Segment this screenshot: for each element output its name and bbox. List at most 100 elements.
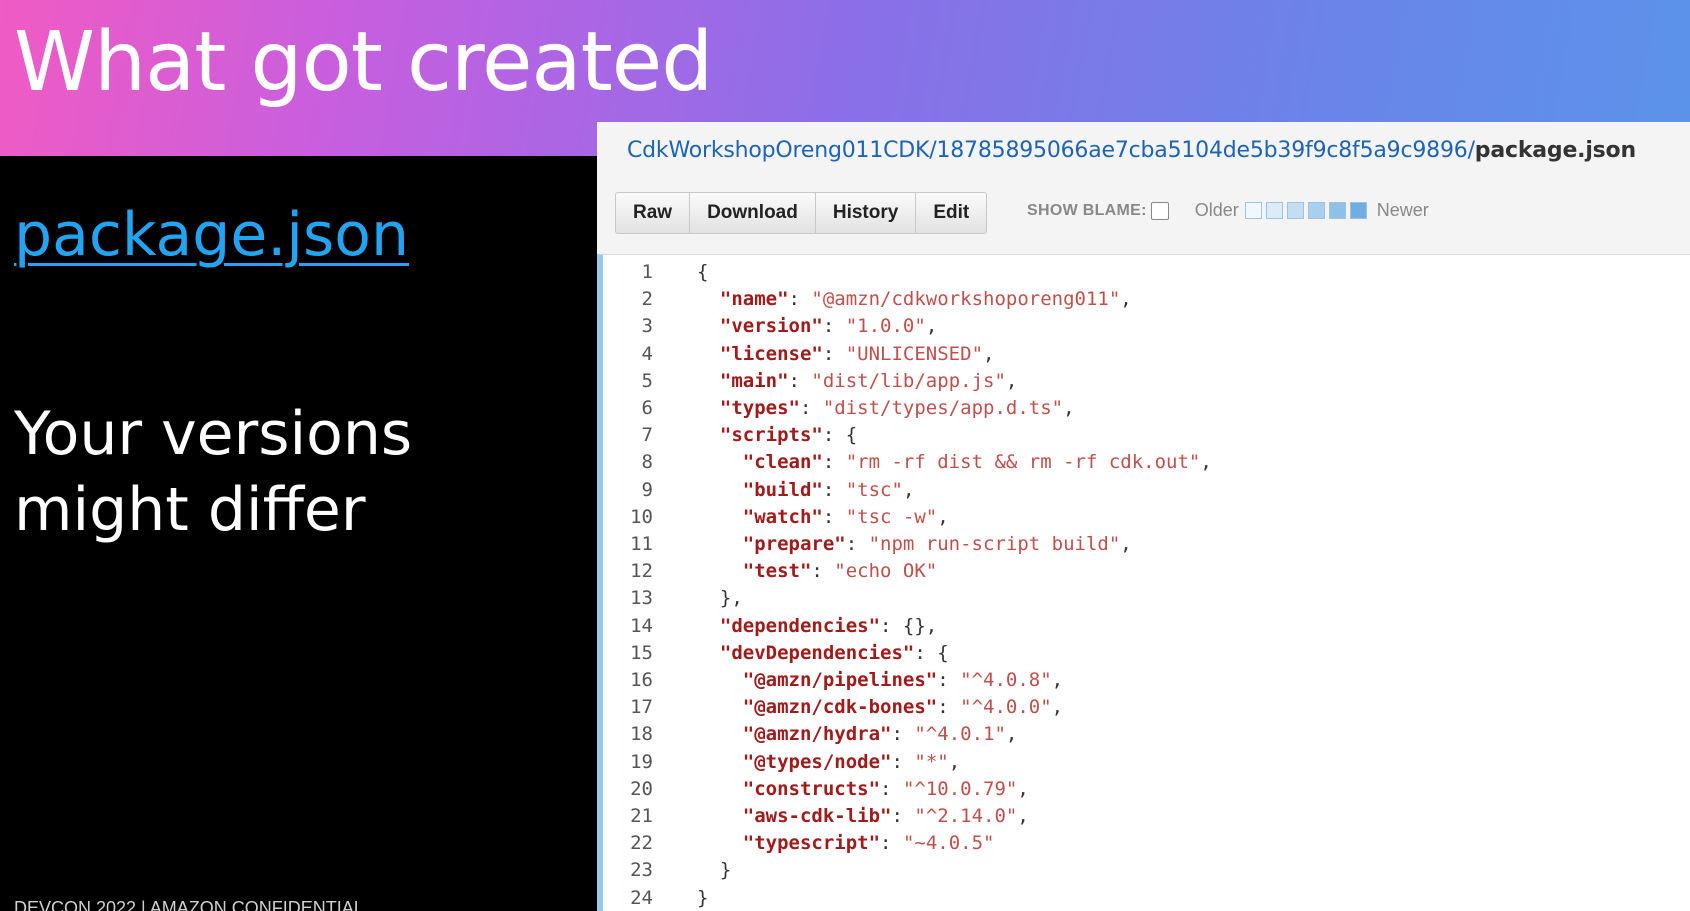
download-button[interactable]: Download <box>690 193 816 233</box>
json-punctuation <box>697 479 743 501</box>
line-number[interactable]: 6 <box>603 395 653 422</box>
json-string: "echo OK" <box>834 560 938 583</box>
line-number[interactable]: 8 <box>603 449 653 476</box>
code-line: 23 } <box>603 857 731 884</box>
line-number[interactable]: 2 <box>603 286 653 313</box>
code-line: 14 "dependencies": {}, <box>603 613 937 640</box>
code-line: 5 "main": "dist/lib/app.js", <box>603 368 1018 395</box>
json-punctuation: : <box>891 723 915 746</box>
json-key: "typescript" <box>742 832 881 855</box>
json-punctuation: , <box>1200 451 1212 474</box>
json-string: "~4.0.5" <box>902 832 995 855</box>
line-source: "constructs": "^10.0.79", <box>697 776 1029 803</box>
blame-age-swatch <box>1286 202 1304 219</box>
line-number[interactable]: 17 <box>603 694 653 721</box>
line-number[interactable]: 14 <box>603 613 653 640</box>
json-punctuation: , <box>1017 805 1029 827</box>
line-number[interactable]: 1 <box>603 259 653 286</box>
json-punctuation: : <box>822 478 846 501</box>
versions-note-line-2: might differ <box>14 475 366 545</box>
json-key: "dependencies" <box>719 614 881 637</box>
line-number[interactable]: 3 <box>603 313 653 340</box>
line-source: }, <box>697 585 743 612</box>
line-source: "typescript": "~4.0.5" <box>697 830 995 857</box>
line-source: "prepare": "npm run-script build", <box>697 531 1132 558</box>
file-action-toolbar: Raw Download History Edit <box>615 192 988 234</box>
line-source: "build": "tsc", <box>697 477 915 504</box>
json-key: "license" <box>719 342 823 365</box>
line-number[interactable]: 19 <box>603 749 653 776</box>
line-number[interactable]: 15 <box>603 640 653 667</box>
json-punctuation: : <box>937 669 961 691</box>
json-punctuation: : <box>822 315 846 338</box>
line-number[interactable]: 20 <box>603 776 653 803</box>
line-number[interactable]: 12 <box>603 558 653 585</box>
line-number[interactable]: 24 <box>603 885 653 911</box>
line-number[interactable]: 23 <box>603 857 653 884</box>
line-source: } <box>697 857 731 884</box>
json-string: "^4.0.1" <box>914 723 1006 746</box>
json-punctuation <box>697 615 720 637</box>
json-punctuation <box>697 778 743 800</box>
json-string: "rm -rf dist && rm -rf cdk.out" <box>845 451 1201 474</box>
json-punctuation <box>697 751 743 773</box>
code-line: 15 "devDependencies": { <box>603 640 949 667</box>
code-line: 16 "@amzn/pipelines": "^4.0.8", <box>603 667 1063 694</box>
json-punctuation <box>697 832 743 854</box>
line-source: "@amzn/hydra": "^4.0.1", <box>697 721 1018 748</box>
json-string: "dist/lib/app.js" <box>811 369 1006 392</box>
json-key: "version" <box>719 315 823 338</box>
line-number[interactable]: 22 <box>603 830 653 857</box>
code-line: 24} <box>603 885 708 911</box>
line-number[interactable]: 16 <box>603 667 653 694</box>
code-line: 18 "@amzn/hydra": "^4.0.1", <box>603 721 1017 748</box>
package-json-link[interactable]: package.json <box>14 200 409 270</box>
json-key: "devDependencies" <box>719 641 915 664</box>
json-punctuation: } <box>697 859 732 882</box>
line-source: "devDependencies": { <box>697 640 949 667</box>
line-number[interactable]: 11 <box>603 531 653 558</box>
blame-controls: SHOW BLAME: Older Newer <box>1027 200 1429 221</box>
blame-age-legend <box>1244 202 1371 219</box>
code-line: 11 "prepare": "npm run-script build", <box>603 531 1132 558</box>
code-line: 8 "clean": "rm -rf dist && rm -rf cdk.ou… <box>603 449 1212 476</box>
blame-age-swatch <box>1307 202 1325 219</box>
line-number[interactable]: 9 <box>603 477 653 504</box>
line-source: "scripts": { <box>697 422 857 449</box>
code-line: 7 "scripts": { <box>603 422 858 449</box>
json-punctuation <box>697 696 743 718</box>
blame-age-swatch <box>1328 202 1346 219</box>
line-number[interactable]: 7 <box>603 422 653 449</box>
json-punctuation <box>697 805 743 827</box>
json-key: "main" <box>719 369 789 392</box>
json-key: "clean" <box>742 451 823 474</box>
blame-age-swatch <box>1244 202 1262 219</box>
edit-button[interactable]: Edit <box>916 193 986 233</box>
json-punctuation <box>697 669 743 691</box>
line-source: "watch": "tsc -w", <box>697 504 949 531</box>
json-string: "dist/types/app.d.ts" <box>822 397 1064 419</box>
line-number[interactable]: 4 <box>603 341 653 368</box>
code-line: 10 "watch": "tsc -w", <box>603 504 949 531</box>
file-path-link[interactable]: CdkWorkshopOreng011CDK/18785895066ae7cba… <box>627 138 1475 163</box>
line-source: "aws-cdk-lib": "^2.14.0", <box>697 803 1029 830</box>
line-number[interactable]: 10 <box>603 504 653 531</box>
raw-button[interactable]: Raw <box>616 193 691 233</box>
history-button[interactable]: History <box>816 193 917 233</box>
json-punctuation: : { <box>822 424 858 447</box>
json-punctuation: , <box>1120 288 1132 311</box>
line-number[interactable]: 5 <box>603 368 653 395</box>
json-string: "@amzn/cdkworkshoporeng011" <box>811 288 1121 311</box>
line-number[interactable]: 21 <box>603 803 653 830</box>
json-key: "aws-cdk-lib" <box>742 805 892 827</box>
line-source: "@amzn/cdk-bones": "^4.0.0", <box>697 694 1063 721</box>
line-number[interactable]: 13 <box>603 585 653 612</box>
json-punctuation <box>697 506 743 528</box>
show-blame-label: SHOW BLAME: <box>1027 201 1147 219</box>
line-source: "clean": "rm -rf dist && rm -rf cdk.out"… <box>697 449 1212 476</box>
json-key: "constructs" <box>742 777 881 800</box>
show-blame-checkbox[interactable] <box>1150 201 1169 220</box>
json-string: "^4.0.0" <box>960 696 1052 719</box>
line-number[interactable]: 18 <box>603 721 653 748</box>
json-punctuation <box>697 343 720 365</box>
